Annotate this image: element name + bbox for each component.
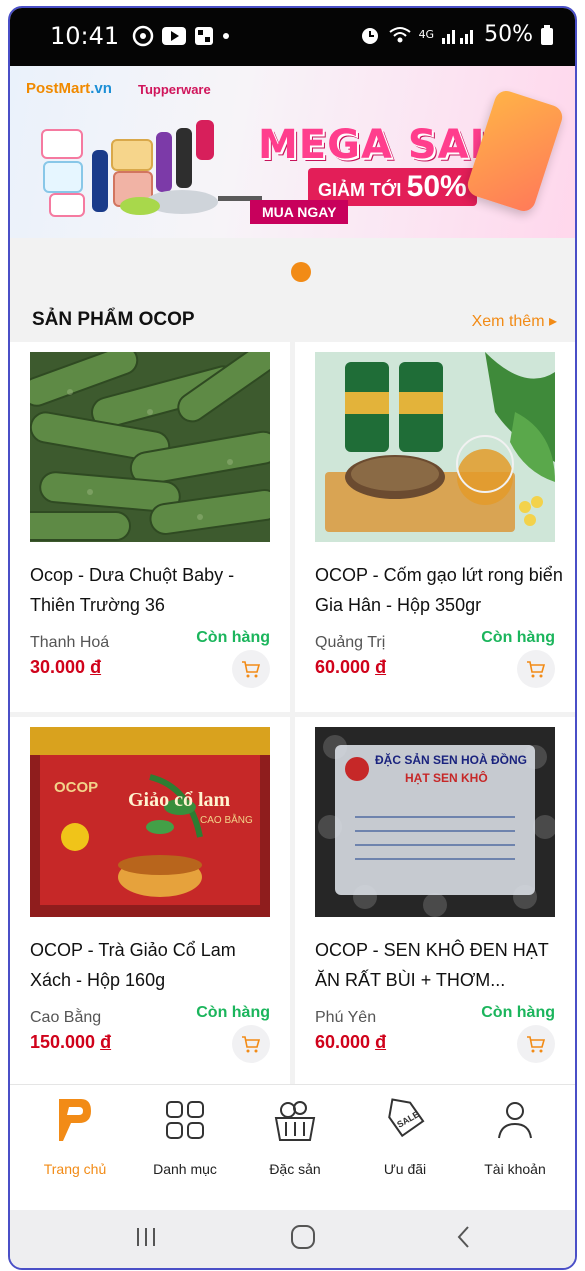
tea-origin-text: CAO BẰNG <box>200 815 253 826</box>
status-system-icons: 4G 50% <box>359 22 553 47</box>
nav-label: Đặc sản <box>269 1161 321 1177</box>
home-logo-icon <box>59 1099 91 1141</box>
svg-text:SALE: SALE <box>395 1109 421 1130</box>
product-price: 60.000 đ <box>315 1032 387 1052</box>
system-navigation-bar <box>10 1210 575 1268</box>
postmart-logo: PostMart.vn <box>26 80 112 97</box>
grid-icon <box>166 1101 204 1139</box>
nav-home[interactable]: Trang chủ <box>20 1095 130 1177</box>
battery-percent: 50% <box>484 22 533 47</box>
product-price: 150.000 đ <box>30 1032 112 1052</box>
add-to-cart-button[interactable] <box>517 1025 555 1063</box>
network-type: 4G <box>418 28 435 41</box>
recent-apps-icon <box>137 1228 155 1246</box>
stock-status: Còn hàng <box>196 629 270 646</box>
status-notifications <box>132 25 230 47</box>
product-image[interactable] <box>315 352 555 542</box>
tupperware-logo: Tupperware <box>138 82 211 97</box>
gallery-icon <box>195 27 213 45</box>
cart-icon <box>527 661 546 678</box>
bottom-navigation: Trang chủ Danh mục Đặc sản SALE Ưu đãi T… <box>10 1084 575 1211</box>
product-origin: Phú Yên <box>315 1009 377 1026</box>
product-card[interactable]: ĐẶC SẢN SEN HOÀ ĐỒNG HẠT SEN KHÔ OCOP - … <box>295 717 575 1087</box>
product-collage-icon <box>41 120 262 217</box>
product-origin: Quảng Trị <box>315 634 386 651</box>
product-card[interactable]: OCOP - Cốm gạo lứt rong biển Gia Hân - H… <box>295 342 575 712</box>
ocop-badge: OCOP <box>54 779 99 796</box>
product-name[interactable]: Ocop - Dưa Chuột Baby - Thiên Trường 36 <box>30 560 278 620</box>
nav-specialties[interactable]: Đặc sản <box>240 1095 350 1177</box>
buy-now-button[interactable]: MUA NGAY <box>250 200 349 224</box>
cart-icon <box>242 1036 261 1053</box>
stock-status: Còn hàng <box>481 629 555 646</box>
product-image[interactable]: ĐẶC SẢN SEN HOÀ ĐỒNG HẠT SEN KHÔ <box>315 727 555 917</box>
battery-icon <box>541 24 553 45</box>
home-circle-icon <box>291 1225 315 1249</box>
product-image[interactable]: OCOP Giảo cổ lam CAO BẰNG <box>30 727 270 917</box>
status-time: 10:41 <box>50 22 120 50</box>
signal-icon <box>442 29 474 44</box>
product-image[interactable] <box>30 352 270 542</box>
back-button[interactable] <box>454 1224 474 1255</box>
cucumber-photo-icon <box>30 352 270 542</box>
phone-frame: 10:41 4G 50% PostMart.vn Tupperware MEGA… <box>8 6 577 1270</box>
product-origin: Cao Bằng <box>30 1009 102 1026</box>
nav-label: Ưu đãi <box>383 1161 427 1177</box>
cart-icon <box>242 661 261 678</box>
product-name[interactable]: OCOP - SEN KHÔ ĐEN HẠT ĂN RẤT BÙI + THƠM… <box>315 935 563 995</box>
add-to-cart-button[interactable] <box>517 650 555 688</box>
phone-graphic <box>464 87 566 215</box>
recent-apps-button[interactable] <box>134 1224 158 1255</box>
product-name[interactable]: OCOP - Trà Giảo Cổ Lam Xách - Hộp 160g <box>30 935 278 995</box>
sale-tag-icon: SALE <box>388 1098 425 1138</box>
product-card[interactable]: Ocop - Dưa Chuột Baby - Thiên Trường 36 … <box>10 342 290 712</box>
nav-deals[interactable]: SALE Ưu đãi <box>350 1095 460 1177</box>
product-price: 60.000 đ <box>315 657 387 677</box>
nav-label: Danh mục <box>153 1161 217 1177</box>
home-button[interactable] <box>290 1224 316 1255</box>
tea-brand-text: Giảo cổ lam <box>128 789 231 811</box>
wifi-icon <box>388 26 411 42</box>
rice-snack-photo-icon <box>315 352 555 542</box>
nav-label: Tài khoản <box>484 1161 546 1177</box>
add-to-cart-button[interactable] <box>232 1025 270 1063</box>
carousel-indicator[interactable] <box>291 262 311 282</box>
youtube-icon <box>162 27 186 45</box>
product-price: 30.000 đ <box>30 657 102 677</box>
stock-status: Còn hàng <box>196 1004 270 1021</box>
add-to-cart-button[interactable] <box>232 650 270 688</box>
product-card[interactable]: OCOP Giảo cổ lam CAO BẰNG OCOP - Trà Giả… <box>10 717 290 1087</box>
product-origin: Thanh Hoá <box>30 634 110 651</box>
section-header: SẢN PHẨM OCOP Xem thêm ▸ <box>10 298 575 342</box>
package-brand-text: ĐẶC SẢN SEN HOÀ ĐỒNG <box>375 753 528 767</box>
nav-categories[interactable]: Danh mục <box>130 1095 240 1177</box>
see-more-link[interactable]: Xem thêm ▸ <box>472 311 557 331</box>
status-bar: 10:41 4G 50% <box>10 8 575 66</box>
dot-icon <box>223 33 229 39</box>
user-icon <box>498 1102 532 1139</box>
alarm-icon <box>361 27 378 44</box>
nav-account[interactable]: Tài khoản <box>460 1095 570 1177</box>
section-title: SẢN PHẨM OCOP <box>32 309 195 330</box>
back-chevron-icon <box>457 1226 469 1248</box>
cart-icon <box>527 1036 546 1053</box>
stock-status: Còn hàng <box>481 1004 555 1021</box>
product-name[interactable]: OCOP - Cốm gạo lứt rong biển Gia Hân - H… <box>315 560 563 620</box>
nav-label: Trang chủ <box>43 1161 107 1177</box>
package-title-text: HẠT SEN KHÔ <box>405 771 488 785</box>
promo-banner[interactable]: PostMart.vn Tupperware MEGA SALE GIẢM TỚ… <box>10 66 575 238</box>
basket-icon <box>274 1101 316 1141</box>
viber-icon <box>132 25 154 47</box>
